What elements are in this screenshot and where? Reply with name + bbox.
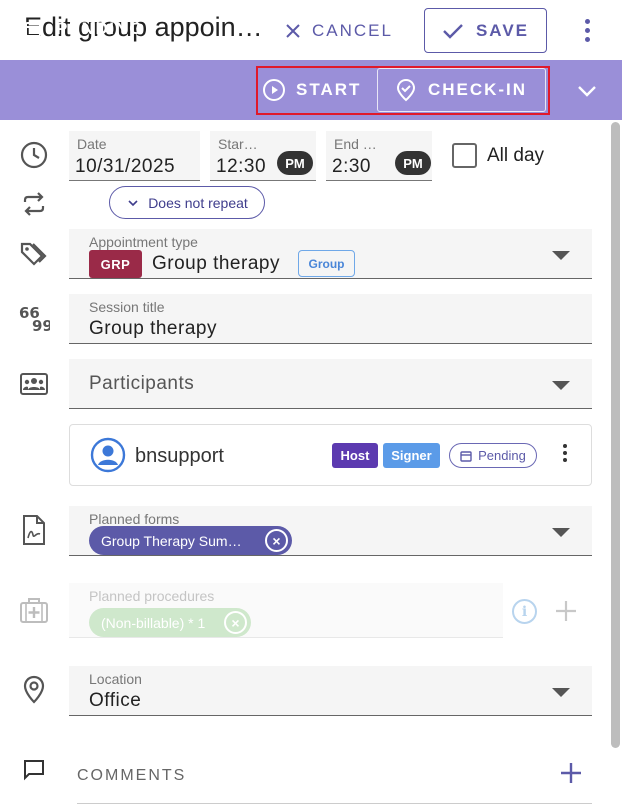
- form-document-icon: [18, 514, 50, 546]
- start-period-toggle[interactable]: PM: [277, 151, 313, 175]
- start-time-value: 12:30: [216, 156, 267, 177]
- start-button[interactable]: START: [262, 75, 361, 105]
- planned-form-chip-label: Group Therapy Sum…: [101, 532, 242, 549]
- location-label: Location: [89, 671, 142, 687]
- participant-more-button[interactable]: [562, 444, 568, 462]
- participant-status-chip[interactable]: Pending: [449, 443, 537, 468]
- cancel-button[interactable]: CANCEL: [284, 16, 393, 46]
- calendar-icon: [460, 450, 472, 462]
- planned-procedure-chip: (Non-billable) * 1 ×: [89, 608, 251, 637]
- calendar-icon: [25, 21, 41, 37]
- session-title-field[interactable]: Session title Group therapy: [69, 294, 592, 344]
- signer-badge: Signer: [383, 443, 440, 468]
- location-value: Office: [89, 690, 142, 711]
- end-period-toggle[interactable]: PM: [395, 151, 431, 175]
- repeat-icon: [18, 188, 50, 220]
- appointment-group-tag: Group: [298, 250, 355, 277]
- tag-icon: [18, 238, 50, 270]
- check-icon: [443, 23, 463, 39]
- chevron-down-icon: [128, 199, 138, 206]
- planned-form-chip[interactable]: Group Therapy Sum… ×: [89, 526, 292, 555]
- participants-label: Participants: [89, 373, 195, 394]
- start-time-field[interactable]: Star… 12:30 PM: [210, 131, 316, 181]
- cancel-label: CANCEL: [312, 21, 393, 40]
- kebab-dot: [563, 444, 567, 448]
- user-avatar-icon: [90, 437, 126, 473]
- remove-chip-icon: ×: [224, 611, 247, 634]
- comments-heading: COMMENTS: [77, 767, 187, 784]
- save-button[interactable]: SAVE: [424, 8, 547, 53]
- session-title-label: Session title: [89, 299, 165, 315]
- chevron-down-icon: [578, 86, 596, 97]
- dropdown-caret-icon: [552, 688, 570, 697]
- dropdown-caret-icon: [552, 381, 570, 390]
- dropdown-caret-icon: [552, 528, 570, 537]
- checkin-button[interactable]: CHECK-IN: [377, 68, 546, 112]
- participant-status-label: Pending: [478, 448, 526, 463]
- date-label: Date: [77, 136, 107, 152]
- scrollbar[interactable]: [611, 122, 620, 748]
- date-value: 10/31/2025: [75, 156, 176, 177]
- dropdown-caret-icon: [552, 251, 570, 260]
- all-day-label: All day: [487, 144, 545, 166]
- participants-icon: [18, 368, 50, 400]
- all-day-checkbox[interactable]: [452, 143, 477, 168]
- add-procedure-plus-icon[interactable]: [553, 598, 579, 624]
- kebab-dot: [563, 451, 567, 455]
- session-title-value: Group therapy: [89, 318, 217, 339]
- planned-procedures-label: Planned procedures: [89, 588, 215, 604]
- end-time-label: End …: [334, 136, 377, 152]
- date-field[interactable]: Date 10/31/2025: [69, 131, 200, 181]
- location-icon: [18, 674, 50, 706]
- info-icon[interactable]: i: [512, 599, 537, 624]
- expand-button[interactable]: [574, 78, 600, 104]
- repeat-label: Does not repeat: [148, 194, 248, 211]
- start-time-label: Star…: [218, 136, 258, 152]
- host-badge: Host: [332, 443, 378, 468]
- divider: [77, 803, 592, 804]
- participant-card: bnsupport Host Signer Pending: [69, 424, 592, 486]
- kebab-dot: [584, 36, 590, 42]
- end-time-field[interactable]: End … 2:30 PM: [326, 131, 432, 181]
- close-icon: [286, 24, 300, 38]
- svg-text:99: 99: [32, 317, 50, 334]
- location-pin-icon: [396, 78, 415, 102]
- end-time-value: 2:30: [332, 156, 371, 177]
- quote-icon: 66 99: [18, 302, 50, 334]
- location-select[interactable]: Location Office: [69, 666, 592, 716]
- medical-kit-icon: [18, 594, 50, 626]
- comment-icon: [18, 754, 50, 786]
- clock-icon: [18, 139, 50, 171]
- remove-chip-icon[interactable]: ×: [265, 529, 288, 552]
- kebab-dot: [584, 27, 590, 33]
- add-comment-plus-icon[interactable]: [558, 760, 584, 786]
- status-label: PENDING: [56, 19, 144, 38]
- participants-select[interactable]: Participants: [69, 359, 592, 409]
- appointment-type-value: Group therapy: [152, 253, 280, 274]
- all-day-toggle[interactable]: All day: [452, 143, 544, 168]
- play-circle-icon: [263, 79, 285, 101]
- appointment-type-label: Appointment type: [89, 234, 198, 250]
- status-indicator: PENDING: [24, 19, 144, 39]
- participant-name: bnsupport: [135, 445, 224, 467]
- more-options-button[interactable]: [576, 14, 598, 46]
- planned-procedure-chip-label: (Non-billable) * 1: [101, 614, 206, 631]
- checkin-label: CHECK-IN: [427, 80, 528, 99]
- repeat-dropdown[interactable]: Does not repeat: [109, 186, 265, 219]
- save-label: SAVE: [475, 20, 530, 40]
- start-label: START: [296, 80, 362, 99]
- kebab-dot: [563, 458, 567, 462]
- appointment-code-badge: GRP: [89, 250, 142, 278]
- planned-forms-label: Planned forms: [89, 511, 180, 527]
- kebab-dot: [584, 18, 590, 24]
